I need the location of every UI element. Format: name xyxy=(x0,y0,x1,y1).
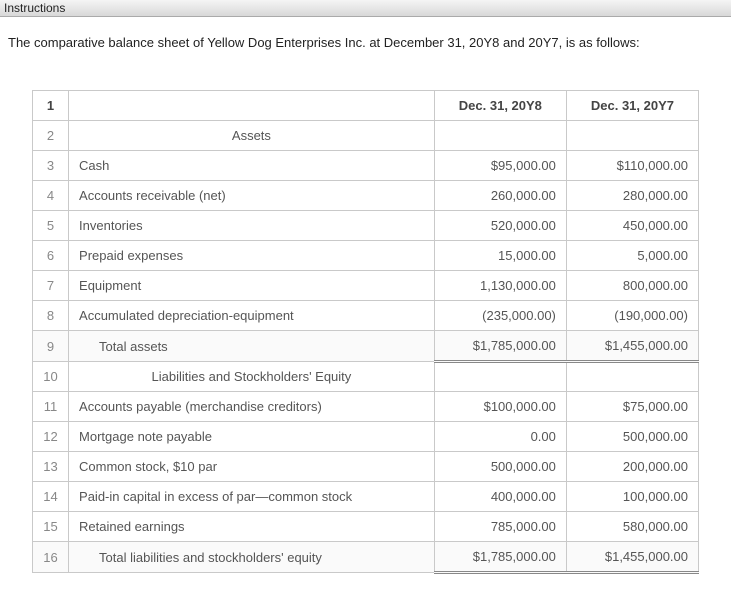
row-value-y7: 280,000.00 xyxy=(566,181,698,211)
row-label: Total assets xyxy=(69,331,435,362)
table-row: 5 Inventories 520,000.00 450,000.00 xyxy=(33,211,699,241)
row-number: 15 xyxy=(33,512,69,542)
row-label: Prepaid expenses xyxy=(69,241,435,271)
row-value-y7: $110,000.00 xyxy=(566,151,698,181)
row-number: 14 xyxy=(33,482,69,512)
total-assets-row: 9 Total assets $1,785,000.00 $1,455,000.… xyxy=(33,331,699,362)
table-row: 15 Retained earnings 785,000.00 580,000.… xyxy=(33,512,699,542)
col-header-y8: Dec. 31, 20Y8 xyxy=(434,91,566,121)
table-row: 6 Prepaid expenses 15,000.00 5,000.00 xyxy=(33,241,699,271)
row-number: 10 xyxy=(33,362,69,392)
row-label: Accumulated depreciation-equipment xyxy=(69,301,435,331)
section-header-assets: 2 Assets xyxy=(33,121,699,151)
row-value-y8: 15,000.00 xyxy=(434,241,566,271)
row-value-y7: $1,455,000.00 xyxy=(566,542,698,573)
row-value-y7: 100,000.00 xyxy=(566,482,698,512)
row-label: Equipment xyxy=(69,271,435,301)
blank-cell xyxy=(69,91,435,121)
section-header-liabilities: 10 Liabilities and Stockholders' Equity xyxy=(33,362,699,392)
row-value-y7: (190,000.00) xyxy=(566,301,698,331)
row-value-y7: 450,000.00 xyxy=(566,211,698,241)
row-label: Accounts receivable (net) xyxy=(69,181,435,211)
blank-cell xyxy=(566,121,698,151)
row-value-y7: 200,000.00 xyxy=(566,452,698,482)
row-value-y7: 500,000.00 xyxy=(566,422,698,452)
row-label: Inventories xyxy=(69,211,435,241)
row-label: Accounts payable (merchandise creditors) xyxy=(69,392,435,422)
row-value-y7: 800,000.00 xyxy=(566,271,698,301)
row-value-y8: 0.00 xyxy=(434,422,566,452)
row-value-y8: 260,000.00 xyxy=(434,181,566,211)
row-value-y7: 580,000.00 xyxy=(566,512,698,542)
row-value-y8: 785,000.00 xyxy=(434,512,566,542)
row-value-y8: $100,000.00 xyxy=(434,392,566,422)
row-label: Paid-in capital in excess of par—common … xyxy=(69,482,435,512)
row-value-y8: $95,000.00 xyxy=(434,151,566,181)
row-label: Total liabilities and stockholders' equi… xyxy=(69,542,435,573)
row-number: 1 xyxy=(33,91,69,121)
row-value-y8: 500,000.00 xyxy=(434,452,566,482)
row-number: 7 xyxy=(33,271,69,301)
table-row: 3 Cash $95,000.00 $110,000.00 xyxy=(33,151,699,181)
row-value-y8: $1,785,000.00 xyxy=(434,542,566,573)
row-label: Common stock, $10 par xyxy=(69,452,435,482)
table-row: 4 Accounts receivable (net) 260,000.00 2… xyxy=(33,181,699,211)
row-value-y7: $1,455,000.00 xyxy=(566,331,698,362)
row-label: Cash xyxy=(69,151,435,181)
row-number: 5 xyxy=(33,211,69,241)
row-label: Retained earnings xyxy=(69,512,435,542)
total-liabilities-row: 16 Total liabilities and stockholders' e… xyxy=(33,542,699,573)
row-number: 6 xyxy=(33,241,69,271)
row-value-y8: (235,000.00) xyxy=(434,301,566,331)
row-number: 13 xyxy=(33,452,69,482)
balance-sheet-container: 1 Dec. 31, 20Y8 Dec. 31, 20Y7 2 Assets 3… xyxy=(0,50,731,584)
liabilities-header: Liabilities and Stockholders' Equity xyxy=(69,362,435,392)
row-number: 8 xyxy=(33,301,69,331)
assets-header: Assets xyxy=(69,121,435,151)
row-value-y8: $1,785,000.00 xyxy=(434,331,566,362)
row-value-y8: 520,000.00 xyxy=(434,211,566,241)
intro-text: The comparative balance sheet of Yellow … xyxy=(0,17,731,50)
col-header-y7: Dec. 31, 20Y7 xyxy=(566,91,698,121)
table-row: 11 Accounts payable (merchandise credito… xyxy=(33,392,699,422)
row-value-y7: 5,000.00 xyxy=(566,241,698,271)
table-header-row: 1 Dec. 31, 20Y8 Dec. 31, 20Y7 xyxy=(33,91,699,121)
row-value-y7: $75,000.00 xyxy=(566,392,698,422)
row-value-y8: 1,130,000.00 xyxy=(434,271,566,301)
balance-sheet-table: 1 Dec. 31, 20Y8 Dec. 31, 20Y7 2 Assets 3… xyxy=(32,90,699,574)
table-row: 7 Equipment 1,130,000.00 800,000.00 xyxy=(33,271,699,301)
row-value-y8: 400,000.00 xyxy=(434,482,566,512)
table-row: 13 Common stock, $10 par 500,000.00 200,… xyxy=(33,452,699,482)
tab-bar: Instructions xyxy=(0,0,731,17)
table-row: 14 Paid-in capital in excess of par—comm… xyxy=(33,482,699,512)
table-row: 8 Accumulated depreciation-equipment (23… xyxy=(33,301,699,331)
row-number: 11 xyxy=(33,392,69,422)
row-number: 9 xyxy=(33,331,69,362)
blank-cell xyxy=(434,121,566,151)
row-number: 16 xyxy=(33,542,69,573)
row-number: 2 xyxy=(33,121,69,151)
row-number: 4 xyxy=(33,181,69,211)
row-label: Mortgage note payable xyxy=(69,422,435,452)
row-number: 3 xyxy=(33,151,69,181)
row-number: 12 xyxy=(33,422,69,452)
blank-cell xyxy=(434,362,566,392)
blank-cell xyxy=(566,362,698,392)
table-row: 12 Mortgage note payable 0.00 500,000.00 xyxy=(33,422,699,452)
tab-instructions[interactable]: Instructions xyxy=(4,1,65,15)
